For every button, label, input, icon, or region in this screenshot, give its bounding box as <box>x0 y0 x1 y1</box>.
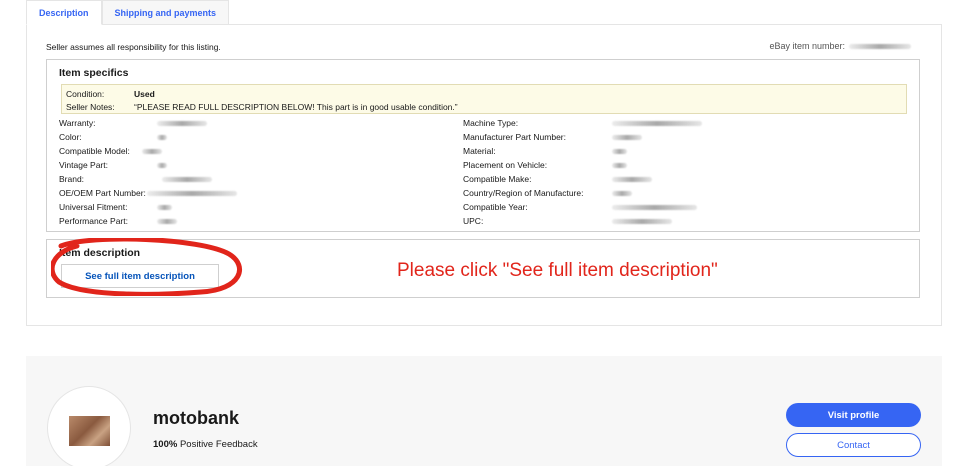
seller-avatar-image <box>69 416 110 446</box>
redacted-value <box>157 121 207 126</box>
condition-box: Condition: Used Seller Notes: “PLEASE RE… <box>61 84 907 114</box>
seller-name[interactable]: motobank <box>153 408 239 429</box>
seller-feedback-label: Positive Feedback <box>179 439 258 450</box>
condition-label: Condition: <box>66 89 105 99</box>
redacted-value <box>157 135 167 140</box>
spec-label-performance-part: Performance Part: <box>59 216 128 226</box>
tab-bar: Description Shipping and payments <box>26 0 230 25</box>
redacted-value <box>612 135 642 140</box>
redacted-value <box>157 205 172 210</box>
condition-row: Condition: Used <box>66 89 155 99</box>
redacted-value <box>612 121 702 126</box>
spec-label-oe-oem-part-number: OE/OEM Part Number: <box>59 188 146 198</box>
redacted-value <box>612 191 632 196</box>
spec-label-universal-fitment: Universal Fitment: <box>59 202 128 212</box>
seller-card: motobank 100% Positive Feedback Visit pr… <box>26 356 942 466</box>
redacted-value <box>612 219 672 224</box>
item-specifics-section: Item specifics Condition: Used Seller No… <box>46 59 920 232</box>
redacted-value <box>157 219 177 224</box>
seller-feedback: 100% Positive Feedback <box>153 439 258 450</box>
tab-shipping-and-payments[interactable]: Shipping and payments <box>101 0 230 25</box>
spec-label-upc: UPC: <box>463 216 484 226</box>
seller-notes-label: Seller Notes: <box>66 102 115 112</box>
seller-avatar[interactable] <box>47 386 131 466</box>
seller-responsibility-note: Seller assumes all responsibility for th… <box>46 42 221 52</box>
spec-label-placement-on-vehicle: Placement on Vehicle: <box>463 160 548 170</box>
tab-description[interactable]: Description <box>26 0 102 25</box>
spec-label-compatible-year: Compatible Year: <box>463 202 528 212</box>
visit-profile-button[interactable]: Visit profile <box>786 403 921 427</box>
annotation-instruction-text: Please click "See full item description" <box>397 260 718 281</box>
item-description-title: Item description <box>59 247 141 259</box>
seller-notes-value: “PLEASE READ FULL DESCRIPTION BELOW! Thi… <box>134 102 458 112</box>
seller-notes-row: Seller Notes: “PLEASE READ FULL DESCRIPT… <box>66 102 458 112</box>
item-specifics-title: Item specifics <box>59 67 129 79</box>
spec-label-material: Material: <box>463 146 496 156</box>
redacted-item-number <box>849 43 911 49</box>
spec-label-machine-type: Machine Type: <box>463 118 519 128</box>
redacted-value <box>612 177 652 182</box>
redacted-value <box>142 149 162 154</box>
seller-feedback-percent: 100% <box>153 439 178 450</box>
redacted-value <box>612 163 627 168</box>
contact-button[interactable]: Contact <box>786 433 921 457</box>
item-description-section: Item description See full item descripti… <box>46 238 920 298</box>
redacted-value <box>162 177 212 182</box>
spec-label-brand: Brand: <box>59 174 85 184</box>
item-number-label: eBay item number: <box>769 41 845 51</box>
spec-label-country-region: Country/Region of Manufacture: <box>463 188 584 198</box>
spec-label-manufacturer-part-number: Manufacturer Part Number: <box>463 132 566 142</box>
redacted-value <box>612 149 627 154</box>
spec-label-vintage-part: Vintage Part: <box>59 160 108 170</box>
spec-label-warranty: Warranty: <box>59 118 96 128</box>
see-full-item-description-button[interactable]: See full item description <box>61 264 219 288</box>
redacted-value <box>612 205 697 210</box>
description-panel: Seller assumes all responsibility for th… <box>26 24 942 326</box>
redacted-value <box>157 163 167 168</box>
redacted-value <box>147 191 237 196</box>
spec-label-compatible-model: Compatible Model: <box>59 146 130 156</box>
spec-label-color: Color: <box>59 132 82 142</box>
spec-label-compatible-make: Compatible Make: <box>463 174 532 184</box>
condition-value: Used <box>134 89 155 99</box>
item-number: eBay item number: <box>769 41 911 51</box>
